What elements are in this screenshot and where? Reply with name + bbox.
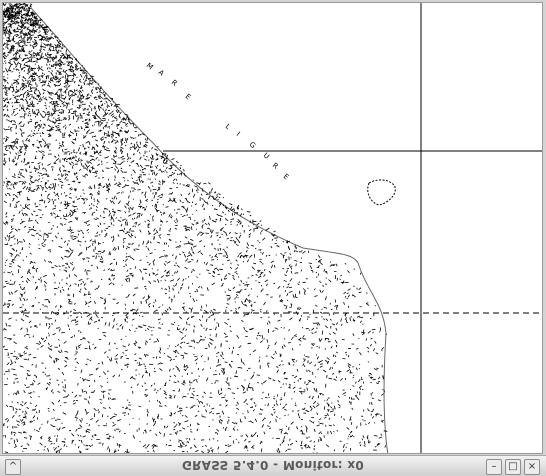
terrain-contours bbox=[3, 3, 388, 453]
sea-label-letter: G bbox=[248, 140, 257, 150]
map-canvas: MARELIGURE bbox=[3, 3, 542, 453]
maximize-icon: □ bbox=[508, 461, 518, 472]
sea-label-letter: E bbox=[184, 92, 193, 101]
island bbox=[367, 179, 396, 206]
window-titlebar[interactable]: ^ GRASS 5.4.0 - Monitor: x0 – □ × bbox=[0, 455, 546, 476]
sea-label-letter: I bbox=[235, 130, 242, 137]
sea-label-letter: U bbox=[262, 151, 271, 160]
map-display[interactable]: MARELIGURE bbox=[2, 2, 543, 454]
sea-label-letter: E bbox=[282, 172, 291, 181]
close-button[interactable]: × bbox=[524, 459, 540, 475]
window-title: GRASS 5.4.0 - Monitor: x0 bbox=[181, 458, 365, 472]
close-icon: × bbox=[527, 461, 537, 472]
sea-label-letter: M bbox=[145, 61, 155, 71]
sea-label-letter: A bbox=[157, 68, 166, 77]
coastline bbox=[30, 7, 389, 453]
monitor-window: MARELIGURE ^ GRASS 5.4.0 - Monitor: x0 –… bbox=[0, 0, 546, 476]
sea-label-letter: L bbox=[224, 122, 232, 131]
sea-label-letter: R bbox=[170, 78, 179, 87]
minimize-button[interactable]: – bbox=[486, 459, 502, 475]
minimize-icon: – bbox=[491, 461, 497, 472]
sea-label-letter: R bbox=[271, 161, 280, 170]
maximize-button[interactable]: □ bbox=[505, 459, 521, 475]
